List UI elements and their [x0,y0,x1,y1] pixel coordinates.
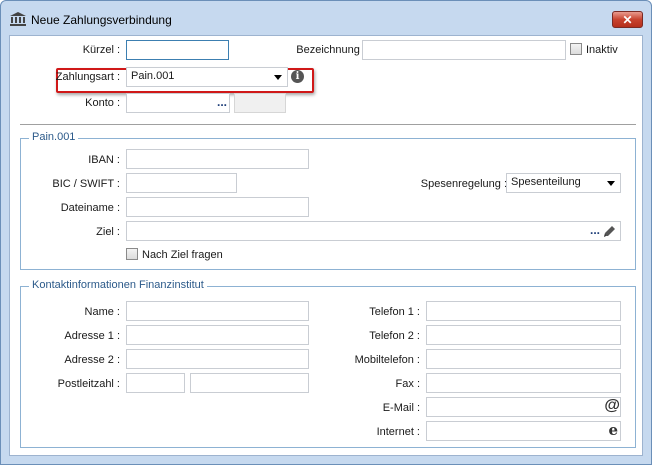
name-label: Name : [84,306,120,318]
ziel-label: Ziel : [96,226,120,238]
spesen-value: Spesenteilung [511,176,581,188]
spesen-label: Spesenregelung : [420,178,507,190]
nach-ziel-label: Nach Ziel fragen [142,249,223,261]
spesen-dropdown[interactable]: Spesenteilung [506,173,621,193]
fax-input[interactable] [426,373,621,393]
chevron-down-icon [274,75,282,80]
fax-label: Fax : [395,378,420,390]
pain-group-title: Pain.001 [29,131,79,143]
internet-input[interactable]: e [426,421,621,441]
adresse2-input[interactable] [126,349,309,369]
zahlungsart-label: Zahlungsart : [55,71,120,83]
dialog-body: Kürzel : Bezeichnung : Inaktiv Zahlungsa… [9,35,643,456]
at-icon[interactable]: @ [604,397,620,415]
adresse1-label: Adresse 1 : [64,330,120,342]
inaktiv-checkbox[interactable] [570,43,582,55]
inaktiv-label: Inaktiv [586,44,618,56]
telefon1-label: Telefon 1 : [369,306,420,318]
window-title: Neue Zahlungsverbindung [31,13,172,27]
plz-label: Postleitzahl : [57,378,120,390]
internet-label: Internet : [376,426,420,438]
close-button[interactable]: ✕ [612,11,643,28]
kontakt-group-title: Kontaktinformationen Finanzinstitut [29,279,207,291]
kuerzel-label: Kürzel : [82,44,120,56]
adresse2-label: Adresse 2 : [64,354,120,366]
konto-input[interactable]: ... [126,93,230,113]
bezeichnung-label: Bezeichnung : [296,44,366,56]
mobil-input[interactable] [426,349,621,369]
ort-input[interactable] [190,373,309,393]
zahlungsart-value: Pain.001 [131,70,175,82]
bezeichnung-input[interactable] [362,40,566,60]
info-icon[interactable]: i [291,70,304,83]
kuerzel-input[interactable] [126,40,229,60]
dateiname-label: Dateiname : [60,202,120,214]
ziel-browse-button[interactable]: ... [590,223,600,237]
pencil-icon[interactable] [603,224,617,238]
telefon2-input[interactable] [426,325,621,345]
iban-label: IBAN : [88,154,120,166]
bic-input[interactable] [126,173,237,193]
bic-label: BIC / SWIFT : [52,178,120,190]
iban-input[interactable] [126,149,309,169]
email-input[interactable]: @ [426,397,621,417]
name-input[interactable] [126,301,309,321]
adresse1-input[interactable] [126,325,309,345]
konto-label: Konto : [85,97,120,109]
dialog-window: Neue Zahlungsverbindung ✕ Kürzel : Bezei… [0,0,652,465]
title-bar[interactable]: Neue Zahlungsverbindung ✕ [1,1,651,35]
email-label: E-Mail : [382,402,420,414]
plz-input[interactable] [126,373,185,393]
zahlungsart-dropdown[interactable]: Pain.001 [126,67,288,87]
konto-browse-button[interactable]: ... [217,95,227,109]
chevron-down-icon [607,181,615,186]
telefon1-input[interactable] [426,301,621,321]
dateiname-input[interactable] [126,197,309,217]
telefon2-label: Telefon 2 : [369,330,420,342]
nach-ziel-checkbox[interactable] [126,248,138,260]
separator [20,124,636,125]
bank-icon [10,12,26,26]
ziel-input[interactable]: ... [126,221,621,241]
mobil-label: Mobiltelefon : [354,354,420,366]
internet-explorer-icon[interactable]: e [608,421,618,439]
konto-description-field [234,93,286,113]
